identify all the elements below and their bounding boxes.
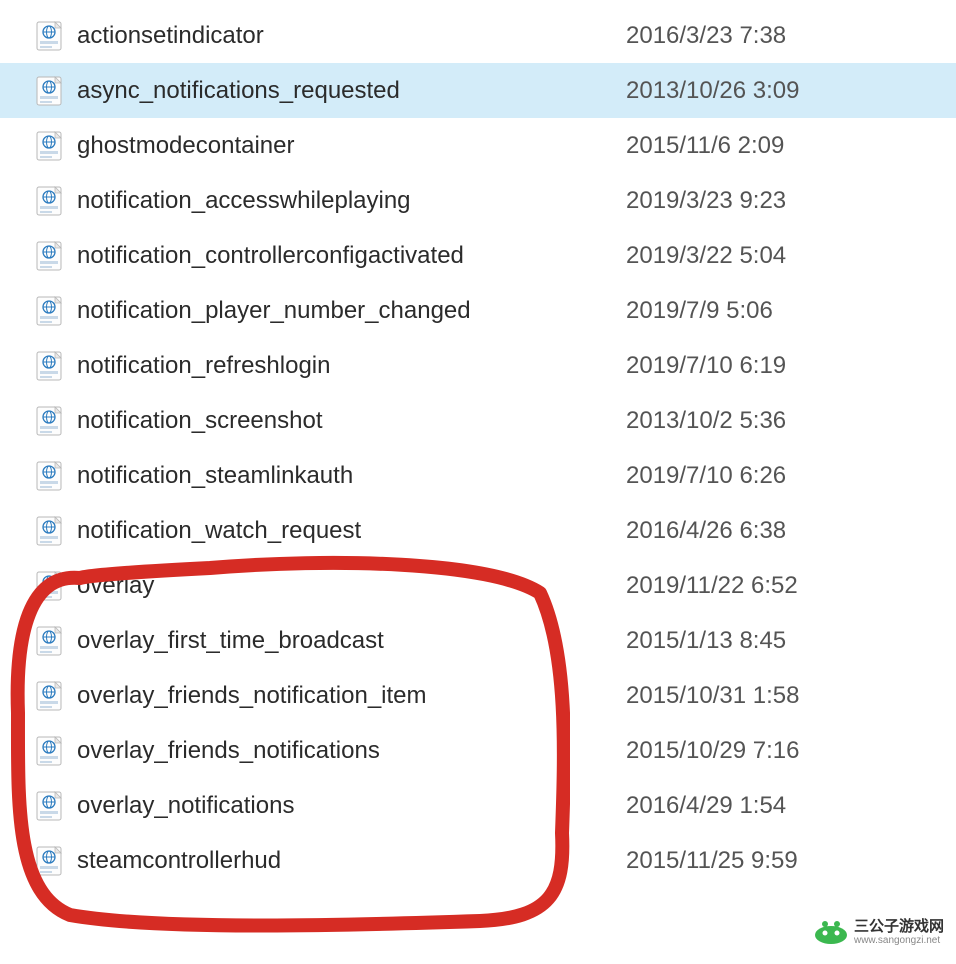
html-file-icon [35, 625, 63, 657]
file-row-async_notifications_requested[interactable]: async_notifications_requested2013/10/26 … [0, 63, 956, 118]
html-file-icon [35, 350, 63, 382]
file-date: 2016/4/29 1:54 [626, 792, 936, 820]
watermark-logo-icon [814, 919, 848, 945]
html-file-icon [35, 405, 63, 437]
file-name: overlay_first_time_broadcast [77, 627, 626, 655]
file-name: notification_player_number_changed [77, 297, 626, 325]
file-list: actionsetindicator2016/3/23 7:38 async_n… [0, 0, 956, 888]
file-name: overlay [77, 572, 626, 600]
file-date: 2019/3/22 5:04 [626, 242, 936, 270]
file-row-overlay_friends_notification_item[interactable]: overlay_friends_notification_item2015/10… [0, 668, 956, 723]
html-file-icon [35, 515, 63, 547]
html-file-icon [35, 845, 63, 877]
html-file-icon [35, 75, 63, 107]
file-row-notification_accesswhileplaying[interactable]: notification_accesswhileplaying2019/3/23… [0, 173, 956, 228]
file-row-notification_controllerconfigactivated[interactable]: notification_controllerconfigactivated20… [0, 228, 956, 283]
file-row-overlay_friends_notifications[interactable]: overlay_friends_notifications2015/10/29 … [0, 723, 956, 778]
file-name: async_notifications_requested [77, 77, 626, 105]
file-date: 2016/3/23 7:38 [626, 22, 936, 50]
file-date: 2015/10/31 1:58 [626, 682, 936, 710]
file-row-notification_screenshot[interactable]: notification_screenshot2013/10/2 5:36 [0, 393, 956, 448]
file-date: 2019/7/10 6:19 [626, 352, 936, 380]
html-file-icon [35, 130, 63, 162]
file-date: 2015/1/13 8:45 [626, 627, 936, 655]
html-file-icon [35, 790, 63, 822]
file-name: notification_steamlinkauth [77, 462, 626, 490]
html-file-icon [35, 295, 63, 327]
file-name: notification_screenshot [77, 407, 626, 435]
file-row-ghostmodecontainer[interactable]: ghostmodecontainer2015/11/6 2:09 [0, 118, 956, 173]
file-name: overlay_notifications [77, 792, 626, 820]
file-name: notification_accesswhileplaying [77, 187, 626, 215]
file-name: overlay_friends_notifications [77, 737, 626, 765]
file-row-overlay_notifications[interactable]: overlay_notifications2016/4/29 1:54 [0, 778, 956, 833]
watermark: 三公子游戏网 www.sangongzi.net [814, 919, 944, 947]
file-date: 2013/10/26 3:09 [626, 77, 936, 105]
file-date: 2019/3/23 9:23 [626, 187, 936, 215]
html-file-icon [35, 460, 63, 492]
file-row-notification_player_number_changed[interactable]: notification_player_number_changed2019/7… [0, 283, 956, 338]
file-name: overlay_friends_notification_item [77, 682, 626, 710]
html-file-icon [35, 240, 63, 272]
watermark-url: www.sangongzi.net [854, 935, 944, 946]
file-date: 2016/4/26 6:38 [626, 517, 936, 545]
file-row-notification_watch_request[interactable]: notification_watch_request2016/4/26 6:38 [0, 503, 956, 558]
file-name: notification_watch_request [77, 517, 626, 545]
html-file-icon [35, 20, 63, 52]
html-file-icon [35, 680, 63, 712]
file-name: steamcontrollerhud [77, 847, 626, 875]
file-row-actionsetindicator[interactable]: actionsetindicator2016/3/23 7:38 [0, 8, 956, 63]
file-row-overlay[interactable]: overlay2019/11/22 6:52 [0, 558, 956, 613]
html-file-icon [35, 185, 63, 217]
watermark-title: 三公子游戏网 [854, 919, 944, 936]
file-date: 2019/11/22 6:52 [626, 572, 936, 600]
file-name: actionsetindicator [77, 22, 626, 50]
file-name: notification_refreshlogin [77, 352, 626, 380]
html-file-icon [35, 570, 63, 602]
file-date: 2015/11/6 2:09 [626, 132, 936, 160]
file-date: 2019/7/9 5:06 [626, 297, 936, 325]
file-row-steamcontrollerhud[interactable]: steamcontrollerhud2015/11/25 9:59 [0, 833, 956, 888]
html-file-icon [35, 735, 63, 767]
file-name: notification_controllerconfigactivated [77, 242, 626, 270]
file-date: 2013/10/2 5:36 [626, 407, 936, 435]
file-date: 2019/7/10 6:26 [626, 462, 936, 490]
file-date: 2015/11/25 9:59 [626, 847, 936, 875]
file-date: 2015/10/29 7:16 [626, 737, 936, 765]
file-row-notification_steamlinkauth[interactable]: notification_steamlinkauth2019/7/10 6:26 [0, 448, 956, 503]
file-name: ghostmodecontainer [77, 132, 626, 160]
file-row-overlay_first_time_broadcast[interactable]: overlay_first_time_broadcast2015/1/13 8:… [0, 613, 956, 668]
file-row-notification_refreshlogin[interactable]: notification_refreshlogin2019/7/10 6:19 [0, 338, 956, 393]
